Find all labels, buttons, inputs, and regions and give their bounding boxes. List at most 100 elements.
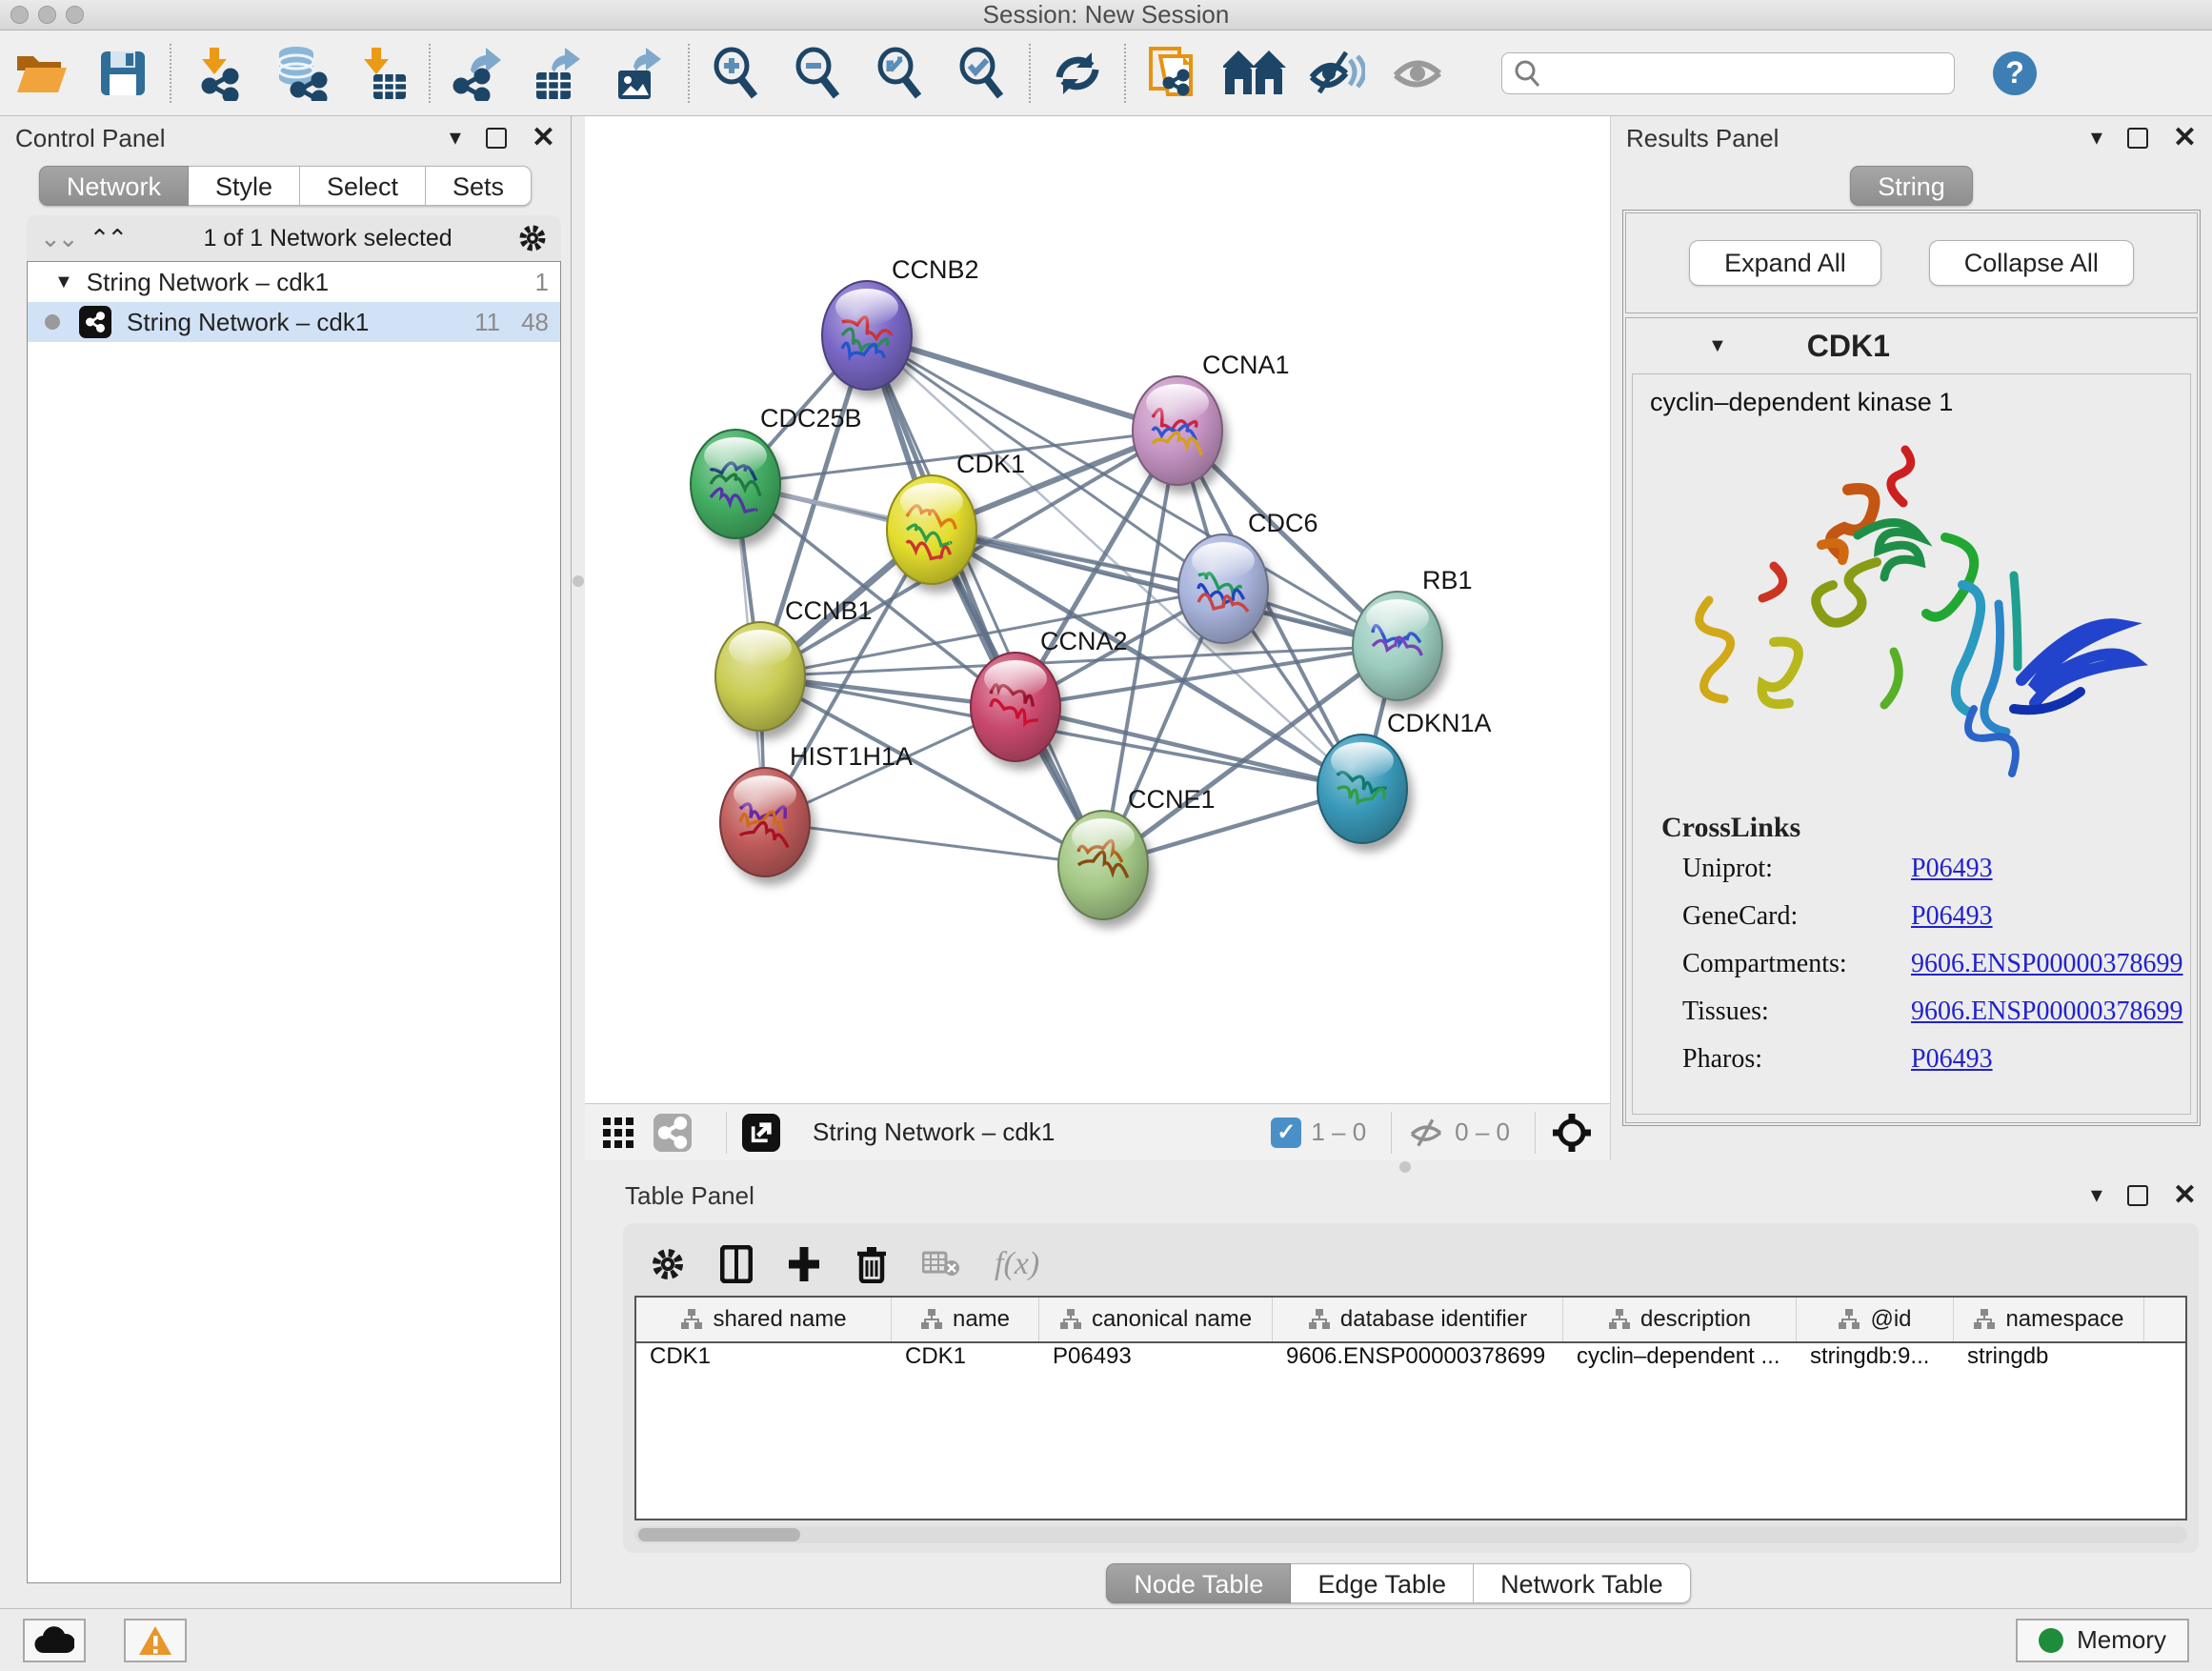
window-title: Session: New Session xyxy=(0,0,2212,30)
delete-column-trash-icon[interactable] xyxy=(855,1245,888,1283)
splitter-handle[interactable] xyxy=(1399,1161,1411,1173)
network-node[interactable]: CCNB1 xyxy=(715,596,873,739)
expand-all-networks-icon[interactable]: ⌄⌄ xyxy=(40,224,76,253)
tab-select[interactable]: Select xyxy=(300,166,426,206)
warnings-button[interactable] xyxy=(124,1619,187,1662)
panel-menu-icon[interactable]: ▾ xyxy=(450,127,461,150)
network-share-view-icon[interactable] xyxy=(654,1114,692,1152)
node-label: RB1 xyxy=(1422,566,1473,594)
crosslink-link[interactable]: P06493 xyxy=(1911,1044,1993,1075)
search-input[interactable] xyxy=(1550,59,1942,87)
import-network-database-icon[interactable] xyxy=(259,40,341,107)
search-box[interactable] xyxy=(1501,52,1955,94)
scrollbar-thumb[interactable] xyxy=(638,1528,800,1541)
crosslink-label: GeneCard: xyxy=(1682,901,1911,932)
network-edge[interactable] xyxy=(765,822,1103,865)
table-row[interactable]: CDK1CDK1P064939606.ENSP00000378699cyclin… xyxy=(636,1343,2185,1370)
help-button[interactable]: ? xyxy=(1993,51,2037,95)
function-builder-icon[interactable]: f(x) xyxy=(995,1246,1039,1282)
import-table-file-icon[interactable] xyxy=(341,40,423,107)
zoom-selected-icon[interactable] xyxy=(941,40,1023,107)
collapse-all-networks-icon[interactable]: ⌃⌃ xyxy=(90,224,126,253)
tab-node-table[interactable]: Node Table xyxy=(1106,1563,1291,1603)
panel-float-icon[interactable] xyxy=(2127,128,2148,149)
table-horizontal-scrollbar[interactable] xyxy=(634,1526,2187,1543)
hidden-eye-icon[interactable] xyxy=(1407,1118,1445,1147)
tab-edge-table[interactable]: Edge Table xyxy=(1291,1563,1474,1603)
tab-string[interactable]: String xyxy=(1850,166,1973,206)
table-toolbar: f(x) xyxy=(634,1233,2187,1296)
grid-view-icon[interactable] xyxy=(602,1117,634,1149)
add-column-icon[interactable] xyxy=(787,1245,821,1283)
network-node[interactable]: CDKN1A xyxy=(1317,709,1492,852)
network-node[interactable]: CCNA1 xyxy=(1133,351,1290,493)
tab-network-table[interactable]: Network Table xyxy=(1474,1563,1691,1603)
crosslink-link[interactable]: 9606.ENSP00000378699 xyxy=(1911,997,2182,1027)
zoom-in-icon[interactable] xyxy=(695,40,777,107)
column-header[interactable]: namespace xyxy=(1954,1298,2144,1341)
crosslink-link[interactable]: 9606.ENSP00000378699 xyxy=(1911,949,2182,979)
birds-eye-view-icon[interactable] xyxy=(742,1114,780,1152)
network-node[interactable]: HIST1H1A xyxy=(720,742,913,885)
fit-selected-crosshair-icon[interactable] xyxy=(1551,1112,1593,1154)
network-collection-row[interactable]: ▼ String Network – cdk1 1 xyxy=(28,262,560,302)
column-header[interactable]: @id xyxy=(1797,1298,1954,1341)
export-table-icon[interactable] xyxy=(518,40,600,107)
memory-button[interactable]: Memory xyxy=(2016,1619,2189,1662)
crosslink-link[interactable]: P06493 xyxy=(1911,854,1993,884)
network-node[interactable]: CCNB2 xyxy=(822,255,979,398)
export-image-icon[interactable] xyxy=(600,40,682,107)
selected-checkbox-icon[interactable]: ✓ xyxy=(1271,1117,1301,1148)
open-session-icon[interactable] xyxy=(0,40,82,107)
crosslinks-block: CrossLinks Uniprot:P06493GeneCard:P06493… xyxy=(1650,812,2190,1075)
panel-close-icon[interactable]: ✕ xyxy=(2173,1181,2197,1210)
network-node[interactable]: CCNE1 xyxy=(1058,785,1216,928)
show-hide-overview-icon[interactable] xyxy=(1214,40,1296,107)
import-network-file-icon[interactable] xyxy=(177,40,259,107)
column-header[interactable]: canonical name xyxy=(1039,1298,1273,1341)
tab-sets[interactable]: Sets xyxy=(426,166,532,206)
splitter-handle[interactable] xyxy=(573,575,584,587)
column-header[interactable]: name xyxy=(892,1298,1039,1341)
crosslink-row: Uniprot:P06493 xyxy=(1682,854,2190,884)
column-header[interactable]: database identifier xyxy=(1273,1298,1563,1341)
clone-network-icon[interactable] xyxy=(1132,40,1214,107)
collection-expander-icon[interactable]: ▼ xyxy=(54,272,73,293)
zoom-fit-icon[interactable] xyxy=(859,40,941,107)
column-header[interactable]: shared name xyxy=(636,1298,892,1341)
panel-close-icon[interactable]: ✕ xyxy=(532,124,555,152)
panel-menu-icon[interactable]: ▾ xyxy=(2091,1184,2102,1207)
network-edge[interactable] xyxy=(1016,707,1362,789)
cloud-status-button[interactable] xyxy=(23,1619,86,1662)
network-row[interactable]: String Network – cdk1 11 48 xyxy=(28,302,560,342)
apply-layout-icon[interactable] xyxy=(1036,40,1118,107)
panel-float-icon[interactable] xyxy=(486,128,507,149)
show-columns-icon[interactable] xyxy=(720,1245,753,1283)
panel-menu-icon[interactable]: ▾ xyxy=(2091,127,2102,150)
table-settings-gear-icon[interactable] xyxy=(650,1246,686,1282)
vertical-splitter-left[interactable] xyxy=(572,116,585,1608)
save-session-icon[interactable] xyxy=(82,40,164,107)
results-panel: Results Panel ▾ ✕ String Expand All Coll… xyxy=(1610,116,2212,1160)
collapse-all-button[interactable]: Collapse All xyxy=(1929,240,2134,286)
export-network-icon[interactable] xyxy=(436,40,518,107)
network-canvas[interactable]: CCNB2CCNA1CDC25BCDK1CDC6RB1CCNB1CCNA2CDK… xyxy=(585,116,1610,1103)
column-header[interactable]: description xyxy=(1563,1298,1797,1341)
show-hide-graphics-details-icon[interactable] xyxy=(1296,40,1377,107)
horizontal-splitter[interactable] xyxy=(585,1160,2212,1174)
network-options-gear-icon[interactable] xyxy=(517,223,548,253)
panel-close-icon[interactable]: ✕ xyxy=(2173,124,2197,152)
network-node[interactable]: RB1 xyxy=(1353,566,1473,709)
zoom-out-icon[interactable] xyxy=(777,40,859,107)
crosslink-link[interactable]: P06493 xyxy=(1911,901,1993,932)
network-graph[interactable]: CCNB2CCNA1CDC25BCDK1CDC6RB1CCNB1CCNA2CDK… xyxy=(585,116,1599,1103)
tab-style[interactable]: Style xyxy=(189,166,300,206)
delete-table-icon[interactable] xyxy=(922,1249,960,1279)
panel-float-icon[interactable] xyxy=(2127,1185,2148,1206)
expand-all-button[interactable]: Expand All xyxy=(1689,240,1881,286)
network-node[interactable]: CDC25B xyxy=(691,404,862,547)
network-edge[interactable] xyxy=(867,335,1103,865)
protein-expander-icon[interactable]: ▼ xyxy=(1708,335,1727,357)
eye-icon[interactable] xyxy=(1377,40,1459,107)
tab-network[interactable]: Network xyxy=(39,166,189,206)
